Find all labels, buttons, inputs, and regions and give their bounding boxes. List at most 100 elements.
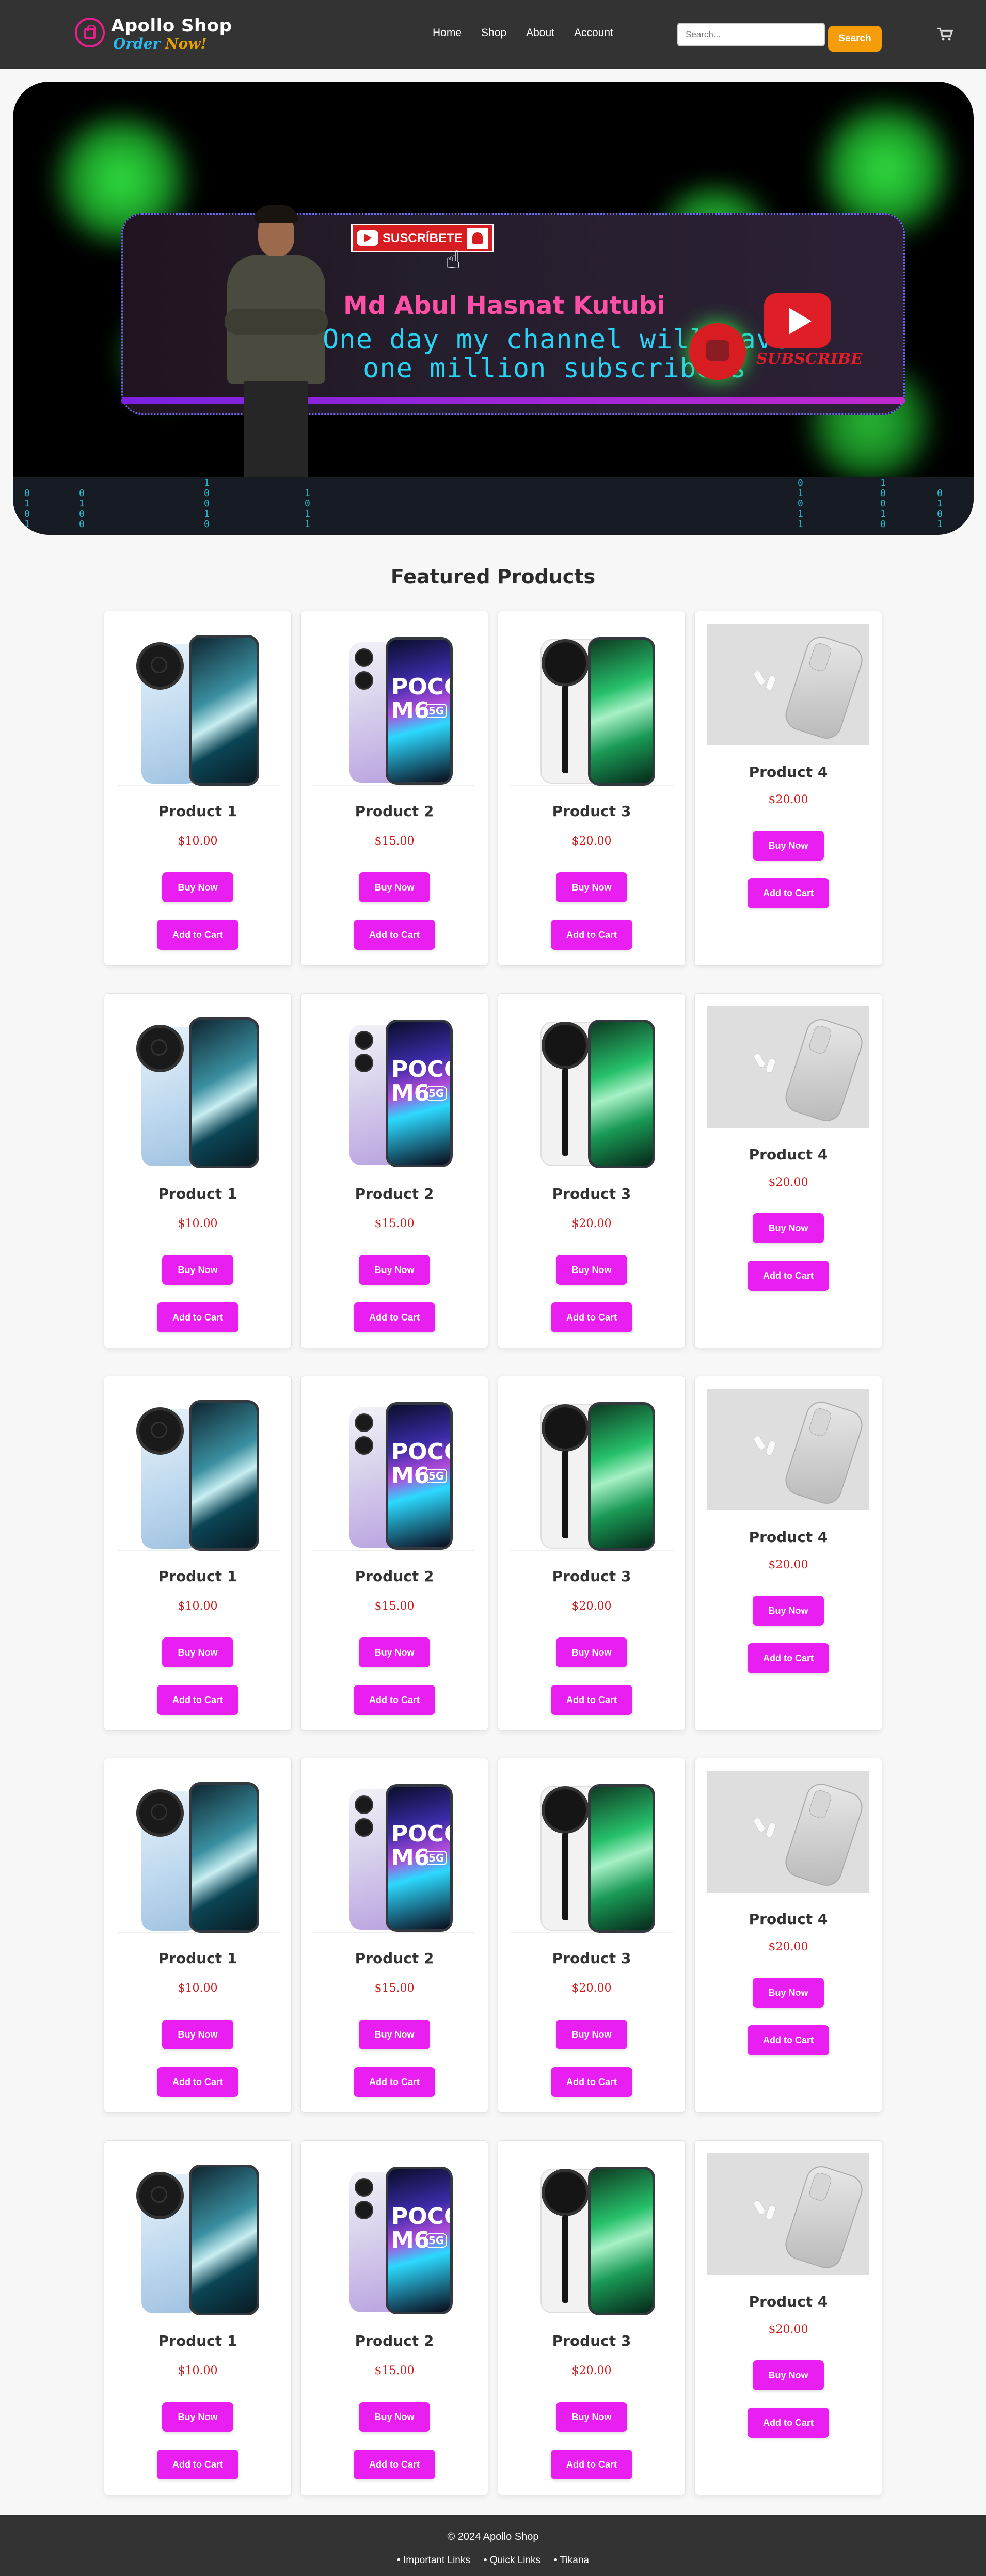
product-image[interactable]: POCOM65G	[313, 2153, 475, 2315]
add-to-cart-button[interactable]: Add to Cart	[748, 2025, 829, 2055]
product-card[interactable]: Product 3 $20.00 Buy Now Add to Cart	[498, 1376, 686, 1731]
product-card[interactable]: Product 3 $20.00 Buy Now Add to Cart	[498, 2140, 686, 2495]
add-to-cart-button[interactable]: Add to Cart	[157, 1685, 238, 1715]
product-name[interactable]: Product 2	[301, 803, 488, 820]
product-card[interactable]: Product 4 $20.00 Buy Now Add to Cart	[694, 611, 882, 966]
product-card[interactable]: POCOM65G Product 2 $15.00 Buy Now Add to Car…	[300, 611, 488, 966]
add-to-cart-button[interactable]: Add to Cart	[157, 2450, 238, 2479]
add-to-cart-button[interactable]: Add to Cart	[354, 1302, 435, 1332]
cart-icon[interactable]	[937, 27, 953, 41]
product-name[interactable]: Product 1	[104, 2332, 291, 2349]
product-image[interactable]	[707, 1771, 869, 1893]
product-name[interactable]: Product 2	[301, 1185, 488, 1202]
product-image[interactable]	[511, 1389, 673, 1551]
add-to-cart-button[interactable]: Add to Cart	[157, 2067, 238, 2097]
add-to-cart-button[interactable]: Add to Cart	[354, 920, 435, 950]
search-input[interactable]	[677, 23, 825, 46]
product-image[interactable]	[117, 1389, 279, 1551]
buy-now-button[interactable]: Buy Now	[556, 2402, 627, 2432]
nav-home[interactable]: Home	[433, 27, 462, 39]
footer-link-important[interactable]: Important Links	[397, 2555, 470, 2566]
buy-now-button[interactable]: Buy Now	[359, 1255, 430, 1285]
product-image[interactable]: POCOM65G	[313, 1389, 475, 1551]
product-card[interactable]: Product 4 $20.00 Buy Now Add to Cart	[694, 2140, 882, 2495]
footer-link-quick[interactable]: Quick Links	[484, 2555, 540, 2566]
product-name[interactable]: Product 4	[695, 1146, 882, 1163]
add-to-cart-button[interactable]: Add to Cart	[354, 1685, 435, 1715]
footer-link-tikana[interactable]: Tikana	[554, 2555, 589, 2566]
buy-now-button[interactable]: Buy Now	[753, 2360, 824, 2390]
product-card[interactable]: Product 3 $20.00 Buy Now Add to Cart	[498, 1758, 686, 2113]
product-card[interactable]: Product 3 $20.00 Buy Now Add to Cart	[498, 993, 686, 1348]
add-to-cart-button[interactable]: Add to Cart	[748, 2408, 829, 2438]
product-image[interactable]	[117, 2153, 279, 2315]
product-name[interactable]: Product 1	[104, 803, 291, 820]
product-card[interactable]: Product 4 $20.00 Buy Now Add to Cart	[694, 1758, 882, 2113]
buy-now-button[interactable]: Buy Now	[753, 1596, 824, 1626]
product-name[interactable]: Product 3	[498, 1950, 685, 1967]
product-name[interactable]: Product 1	[104, 1950, 291, 1967]
product-card[interactable]: Product 1 $10.00 Buy Now Add to Cart	[104, 993, 292, 1348]
buy-now-button[interactable]: Buy Now	[753, 831, 824, 861]
product-name[interactable]: Product 4	[695, 1529, 882, 1546]
buy-now-button[interactable]: Buy Now	[753, 1213, 824, 1243]
product-image[interactable]	[117, 624, 279, 786]
product-name[interactable]: Product 1	[104, 1568, 291, 1585]
add-to-cart-button[interactable]: Add to Cart	[748, 878, 829, 908]
add-to-cart-button[interactable]: Add to Cart	[551, 920, 632, 950]
product-card[interactable]: POCOM65G Product 2 $15.00 Buy Now Add to Car…	[300, 1758, 488, 2113]
product-card[interactable]: Product 1 $10.00 Buy Now Add to Cart	[104, 2140, 292, 2495]
product-name[interactable]: Product 3	[498, 2332, 685, 2349]
add-to-cart-button[interactable]: Add to Cart	[157, 920, 238, 950]
buy-now-button[interactable]: Buy Now	[162, 2020, 233, 2049]
product-image[interactable]	[511, 624, 673, 786]
product-card[interactable]: POCOM65G Product 2 $15.00 Buy Now Add to Car…	[300, 993, 488, 1348]
add-to-cart-button[interactable]: Add to Cart	[551, 2067, 632, 2097]
product-card[interactable]: Product 1 $10.00 Buy Now Add to Cart	[104, 1758, 292, 2113]
search-button[interactable]: Search	[828, 26, 882, 52]
product-card[interactable]: Product 3 $20.00 Buy Now Add to Cart	[498, 611, 686, 966]
product-card[interactable]: Product 4 $20.00 Buy Now Add to Cart	[694, 1376, 882, 1731]
product-card[interactable]: Product 1 $10.00 Buy Now Add to Cart	[104, 611, 292, 966]
product-name[interactable]: Product 4	[695, 1911, 882, 1928]
buy-now-button[interactable]: Buy Now	[162, 1637, 233, 1667]
add-to-cart-button[interactable]: Add to Cart	[748, 1643, 829, 1673]
product-image[interactable]	[707, 1389, 869, 1510]
product-name[interactable]: Product 3	[498, 1568, 685, 1585]
buy-now-button[interactable]: Buy Now	[359, 2402, 430, 2432]
product-image[interactable]	[707, 624, 869, 745]
product-name[interactable]: Product 4	[695, 764, 882, 781]
add-to-cart-button[interactable]: Add to Cart	[551, 1302, 632, 1332]
product-image[interactable]	[511, 1771, 673, 1933]
product-image[interactable]	[511, 2153, 673, 2315]
add-to-cart-button[interactable]: Add to Cart	[551, 2450, 632, 2479]
product-image[interactable]	[707, 1006, 869, 1128]
buy-now-button[interactable]: Buy Now	[753, 1978, 824, 2008]
product-image[interactable]: POCOM65G	[313, 1006, 475, 1168]
product-name[interactable]: Product 1	[104, 1185, 291, 1202]
nav-shop[interactable]: Shop	[481, 27, 506, 39]
add-to-cart-button[interactable]: Add to Cart	[551, 1685, 632, 1715]
product-name[interactable]: Product 4	[695, 2293, 882, 2310]
product-image[interactable]	[117, 1006, 279, 1168]
product-image[interactable]	[511, 1006, 673, 1168]
product-image[interactable]	[117, 1771, 279, 1933]
product-card[interactable]: Product 1 $10.00 Buy Now Add to Cart	[104, 1376, 292, 1731]
product-name[interactable]: Product 2	[301, 1950, 488, 1967]
product-card[interactable]: POCOM65G Product 2 $15.00 Buy Now Add to Car…	[300, 2140, 488, 2495]
product-image[interactable]: POCOM65G	[313, 624, 475, 786]
product-name[interactable]: Product 2	[301, 2332, 488, 2349]
buy-now-button[interactable]: Buy Now	[162, 872, 233, 902]
buy-now-button[interactable]: Buy Now	[556, 1637, 627, 1667]
buy-now-button[interactable]: Buy Now	[359, 872, 430, 902]
product-image[interactable]	[707, 2153, 869, 2275]
add-to-cart-button[interactable]: Add to Cart	[354, 2450, 435, 2479]
buy-now-button[interactable]: Buy Now	[556, 2020, 627, 2049]
nav-account[interactable]: Account	[574, 27, 613, 39]
buy-now-button[interactable]: Buy Now	[556, 1255, 627, 1285]
add-to-cart-button[interactable]: Add to Cart	[157, 1302, 238, 1332]
add-to-cart-button[interactable]: Add to Cart	[354, 2067, 435, 2097]
buy-now-button[interactable]: Buy Now	[162, 2402, 233, 2432]
product-name[interactable]: Product 3	[498, 803, 685, 820]
add-to-cart-button[interactable]: Add to Cart	[748, 1261, 829, 1291]
